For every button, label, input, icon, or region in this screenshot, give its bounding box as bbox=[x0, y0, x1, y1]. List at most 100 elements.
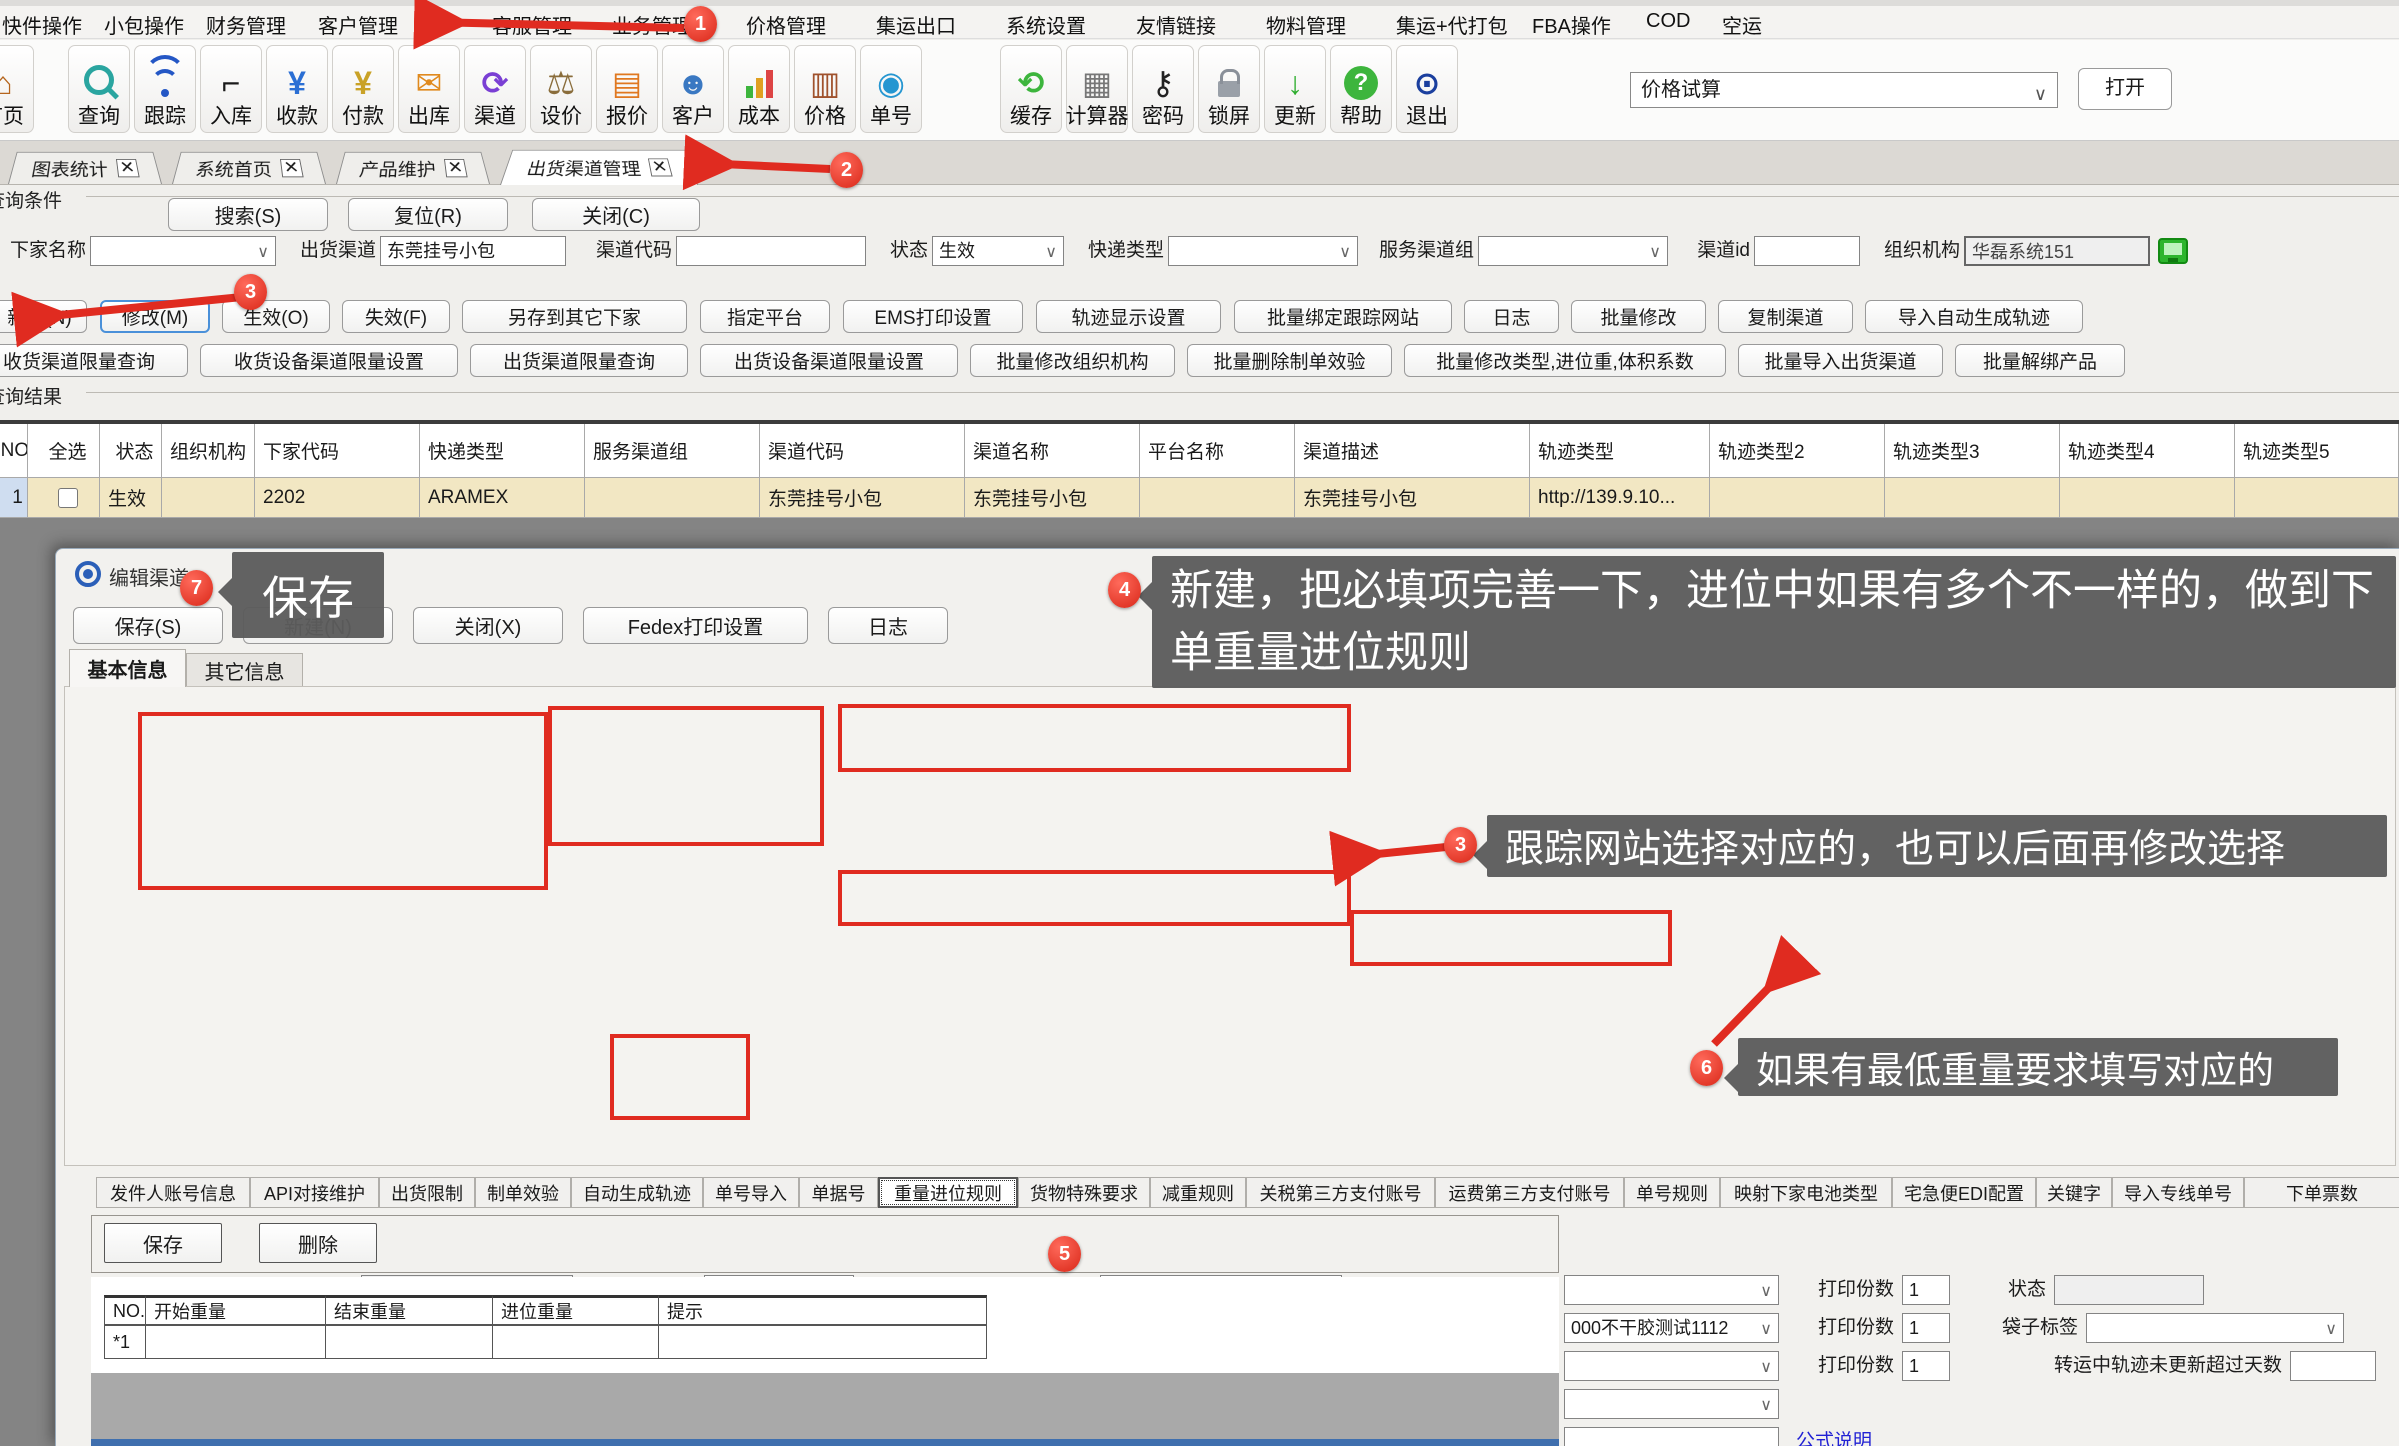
field-input-打印份数[interactable]: 1 bbox=[1902, 1351, 1950, 1381]
menu-item-6[interactable]: 业务管理 bbox=[612, 10, 692, 39]
results-column-header-渠道名称[interactable]: 渠道名称 bbox=[965, 424, 1140, 478]
bottom-tab-重量进位规则[interactable]: 重量进位规则 bbox=[878, 1177, 1018, 1208]
action-button-批量解绑产品[interactable]: 批量解绑产品 bbox=[1955, 344, 2125, 377]
menu-item-15[interactable]: 空运 bbox=[1722, 10, 1762, 39]
field-input-打印份数[interactable]: 1 bbox=[1902, 1313, 1950, 1343]
action-button-日志[interactable]: 日志 bbox=[1464, 300, 1559, 333]
toolbar-button-更新[interactable]: ↓更新 bbox=[1264, 45, 1326, 133]
field-select-配货单格式[interactable]: ∨ bbox=[1564, 1389, 1779, 1419]
filter-input-渠道代码[interactable] bbox=[676, 236, 866, 266]
tab-系统首页[interactable]: 系统首页✕ bbox=[172, 152, 326, 184]
results-cell-服务渠道组[interactable] bbox=[585, 478, 760, 518]
action-button-新建(N)[interactable]: 新建(N) bbox=[0, 300, 87, 333]
reset-button[interactable]: 复位(R) bbox=[348, 198, 508, 231]
results-column-header-平台名称[interactable]: 平台名称 bbox=[1140, 424, 1295, 478]
field-link-公式说明[interactable]: 公式说明 bbox=[1796, 1427, 1872, 1446]
bottom-tab-映射下家电池类型[interactable]: 映射下家电池类型 bbox=[1720, 1177, 1892, 1208]
results-cell-渠道代码[interactable]: 东莞挂号小包 bbox=[760, 478, 965, 518]
toolbar-button-报价[interactable]: ▤报价 bbox=[596, 45, 658, 133]
menu-item-4[interactable]: 客户管理 bbox=[318, 10, 398, 39]
bottom-tab-自动生成轨迹[interactable]: 自动生成轨迹 bbox=[571, 1177, 703, 1208]
menu-item-9[interactable]: 系统设置 bbox=[1006, 10, 1086, 39]
dialog-button-关闭(X)[interactable]: 关闭(X) bbox=[413, 607, 563, 644]
results-cell-NO.[interactable]: 1 bbox=[0, 478, 28, 518]
menu-item-3[interactable]: 财务管理 bbox=[206, 10, 286, 39]
action-button-批量修改类型,进位重,体积系数[interactable]: 批量修改类型,进位重,体积系数 bbox=[1404, 344, 1726, 377]
field-input-状态[interactable] bbox=[2054, 1275, 2204, 1305]
rule-grid-cell[interactable] bbox=[326, 1325, 493, 1359]
results-column-header-轨迹类型2[interactable]: 轨迹类型2 bbox=[1710, 424, 1885, 478]
results-cell-渠道描述[interactable]: 东莞挂号小包 bbox=[1295, 478, 1530, 518]
rule-grid-cell[interactable] bbox=[493, 1325, 659, 1359]
results-cell-轨迹类型2[interactable] bbox=[1710, 478, 1885, 518]
results-cell-全选[interactable] bbox=[28, 478, 100, 518]
bottom-tab-单据号[interactable]: 单据号 bbox=[799, 1177, 878, 1208]
results-column-header-NO.[interactable]: NO. bbox=[0, 424, 28, 478]
results-column-header-全选[interactable]: 全选 bbox=[28, 424, 100, 478]
action-button-批量修改[interactable]: 批量修改 bbox=[1571, 300, 1706, 333]
toolbar-button-首页[interactable]: ⌂首页 bbox=[0, 45, 34, 133]
dialog-tab-其它信息[interactable]: 其它信息 bbox=[186, 653, 303, 687]
toolbar-button-付款[interactable]: ¥付款 bbox=[332, 45, 394, 133]
bottom-tab-单号导入[interactable]: 单号导入 bbox=[703, 1177, 799, 1208]
toolbar-button-查询[interactable]: 查询 bbox=[68, 45, 130, 133]
results-cell-组织机构[interactable] bbox=[162, 478, 255, 518]
results-column-header-轨迹类型5[interactable]: 轨迹类型5 bbox=[2235, 424, 2399, 478]
menu-item-11[interactable]: 物料管理 bbox=[1266, 10, 1346, 39]
results-column-header-下家代码[interactable]: 下家代码 bbox=[255, 424, 420, 478]
toolbar-button-退出[interactable]: ⊙退出 bbox=[1396, 45, 1458, 133]
action-button-修改(M)[interactable]: 修改(M) bbox=[100, 300, 210, 333]
results-cell-轨迹类型4[interactable] bbox=[2060, 478, 2235, 518]
dialog-button-Fedex打印设置[interactable]: Fedex打印设置 bbox=[583, 607, 808, 644]
toolbar-button-价格[interactable]: ▥价格 bbox=[794, 45, 856, 133]
menu-item-7[interactable]: 价格管理 bbox=[746, 10, 826, 39]
search-button[interactable]: 搜索(S) bbox=[168, 198, 328, 231]
results-column-header-轨迹类型3[interactable]: 轨迹类型3 bbox=[1885, 424, 2060, 478]
field-select-不干胶格式[interactable]: ∨ bbox=[1564, 1275, 1779, 1305]
tab-close-icon[interactable]: ✕ bbox=[444, 159, 468, 177]
results-column-header-状态[interactable]: 状态 bbox=[100, 424, 162, 478]
menu-item-1[interactable]: 快件操作 bbox=[2, 10, 82, 39]
results-cell-状态[interactable]: 生效 bbox=[100, 478, 162, 518]
menu-item-10[interactable]: 友情链接 bbox=[1136, 10, 1216, 39]
toolbar-button-收款[interactable]: ¥收款 bbox=[266, 45, 328, 133]
menu-item-13[interactable]: FBA操作 bbox=[1532, 10, 1611, 39]
action-button-另存到其它下家[interactable]: 另存到其它下家 bbox=[462, 300, 687, 333]
tab-产品维护[interactable]: 产品维护✕ bbox=[336, 152, 490, 184]
filter-select-服务渠道组[interactable]: ∨ bbox=[1478, 236, 1668, 266]
menu-item-8[interactable]: 集运出口 bbox=[876, 10, 956, 39]
rule-delete-button[interactable]: 删除 bbox=[259, 1223, 377, 1263]
results-cell-渠道名称[interactable]: 东莞挂号小包 bbox=[965, 478, 1140, 518]
action-button-复制渠道[interactable]: 复制渠道 bbox=[1718, 300, 1853, 333]
toolbar-button-缓存[interactable]: ⟲缓存 bbox=[1000, 45, 1062, 133]
results-column-header-渠道代码[interactable]: 渠道代码 bbox=[760, 424, 965, 478]
bottom-tab-关键字[interactable]: 关键字 bbox=[2036, 1177, 2112, 1208]
bottom-tab-下单票数[interactable]: 下单票数 bbox=[2244, 1177, 2399, 1208]
toolbar-button-渠道[interactable]: ⟳渠道 bbox=[464, 45, 526, 133]
bottom-tab-货物特殊要求[interactable]: 货物特殊要求 bbox=[1018, 1177, 1150, 1208]
toolbar-button-计算器[interactable]: ▦计算器 bbox=[1066, 45, 1128, 133]
action-button-批量绑定跟踪网站[interactable]: 批量绑定跟踪网站 bbox=[1234, 300, 1452, 333]
menu-item-5[interactable]: 客服管理 bbox=[492, 10, 572, 39]
filter-input-渠道id[interactable] bbox=[1754, 236, 1860, 266]
results-column-header-轨迹类型4[interactable]: 轨迹类型4 bbox=[2060, 424, 2235, 478]
action-button-轨迹显示设置[interactable]: 轨迹显示设置 bbox=[1036, 300, 1221, 333]
results-cell-轨迹类型5[interactable] bbox=[2235, 478, 2399, 518]
toolbar-button-帮助[interactable]: ?帮助 bbox=[1330, 45, 1392, 133]
filter-input-组织机构[interactable]: 华磊系统151 bbox=[1964, 236, 2150, 266]
field-select-发票格式[interactable]: ∨ bbox=[1564, 1351, 1779, 1381]
filter-select-快递类型[interactable]: ∨ bbox=[1168, 236, 1358, 266]
tab-图表统计[interactable]: 图表统计✕ bbox=[8, 152, 162, 184]
results-cell-下家代码[interactable]: 2202 bbox=[255, 478, 420, 518]
action-button-批量修改组织机构[interactable]: 批量修改组织机构 bbox=[970, 344, 1175, 377]
field-input-转运中轨迹未更新超过天数[interactable] bbox=[2290, 1351, 2376, 1381]
rule-grid-cell[interactable] bbox=[146, 1325, 326, 1359]
org-picker-icon[interactable] bbox=[2158, 238, 2188, 264]
toolbar-button-设价[interactable]: ⚖设价 bbox=[530, 45, 592, 133]
results-cell-快递类型[interactable]: ARAMEX bbox=[420, 478, 585, 518]
toolbar-button-入库[interactable]: ⌐入库 bbox=[200, 45, 262, 133]
toolbar-button-锁屏[interactable]: 锁屏 bbox=[1198, 45, 1260, 133]
rule-grid-cell[interactable]: *1 bbox=[104, 1325, 146, 1359]
row-select-checkbox[interactable] bbox=[58, 488, 78, 508]
results-column-header-轨迹类型[interactable]: 轨迹类型 bbox=[1530, 424, 1710, 478]
